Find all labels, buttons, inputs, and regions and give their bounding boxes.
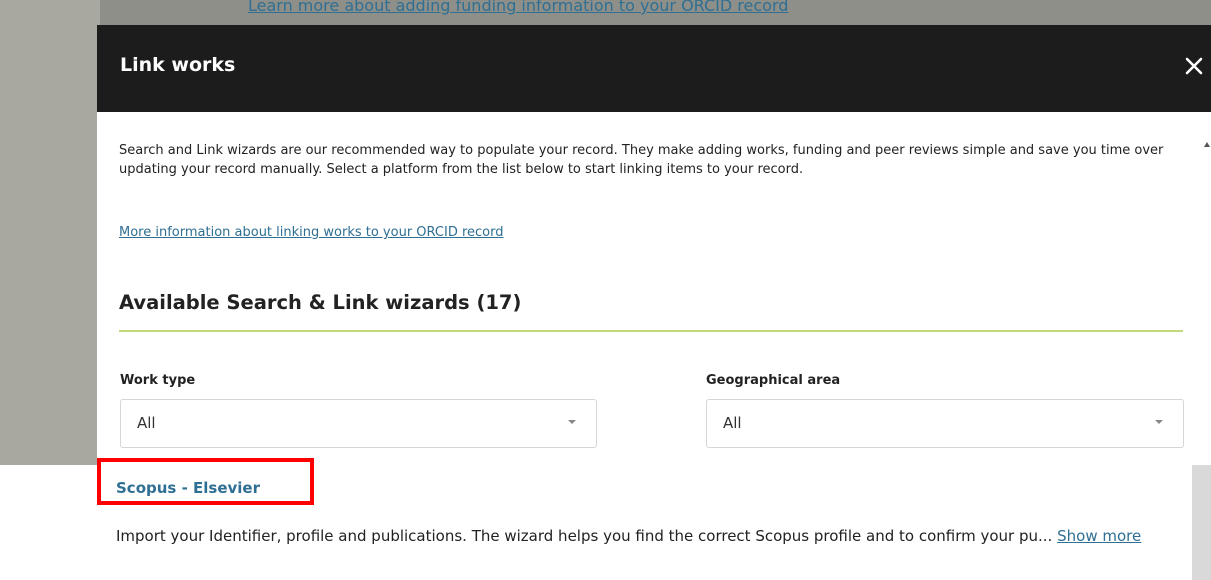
chevron-down-icon bbox=[1155, 420, 1163, 424]
geo-area-label: Geographical area bbox=[706, 373, 841, 388]
intro-text: Search and Link wizards are our recommen… bbox=[119, 143, 1164, 177]
modal-title: Link works bbox=[120, 54, 236, 76]
work-type-label: Work type bbox=[120, 373, 196, 388]
geo-area-value: All bbox=[723, 414, 742, 432]
scrollbar-track[interactable] bbox=[1192, 465, 1211, 580]
funding-info-link[interactable]: Learn more about adding funding informat… bbox=[248, 0, 788, 16]
section-divider bbox=[119, 330, 1183, 332]
backdrop-left-strip bbox=[0, 0, 100, 465]
wizard-description: Import your Identifier, profile and publ… bbox=[116, 524, 1176, 548]
wizard-description-text: Import your Identifier, profile and publ… bbox=[116, 527, 1053, 545]
geo-area-select[interactable]: All bbox=[706, 399, 1184, 448]
highlight-annotation bbox=[97, 458, 314, 505]
close-icon[interactable] bbox=[1181, 53, 1207, 79]
link-works-modal: Link works Search and Link wizards are o… bbox=[97, 25, 1211, 465]
scroll-up-arrow-icon[interactable] bbox=[1204, 142, 1210, 147]
modal-header: Link works bbox=[97, 25, 1211, 112]
chevron-down-icon bbox=[568, 420, 576, 424]
show-more-link[interactable]: Show more bbox=[1057, 527, 1141, 545]
section-title: Available Search & Link wizards (17) bbox=[119, 291, 522, 314]
more-info-link[interactable]: More information about linking works to … bbox=[119, 225, 504, 240]
work-type-value: All bbox=[137, 414, 156, 432]
work-type-select[interactable]: All bbox=[120, 399, 597, 448]
